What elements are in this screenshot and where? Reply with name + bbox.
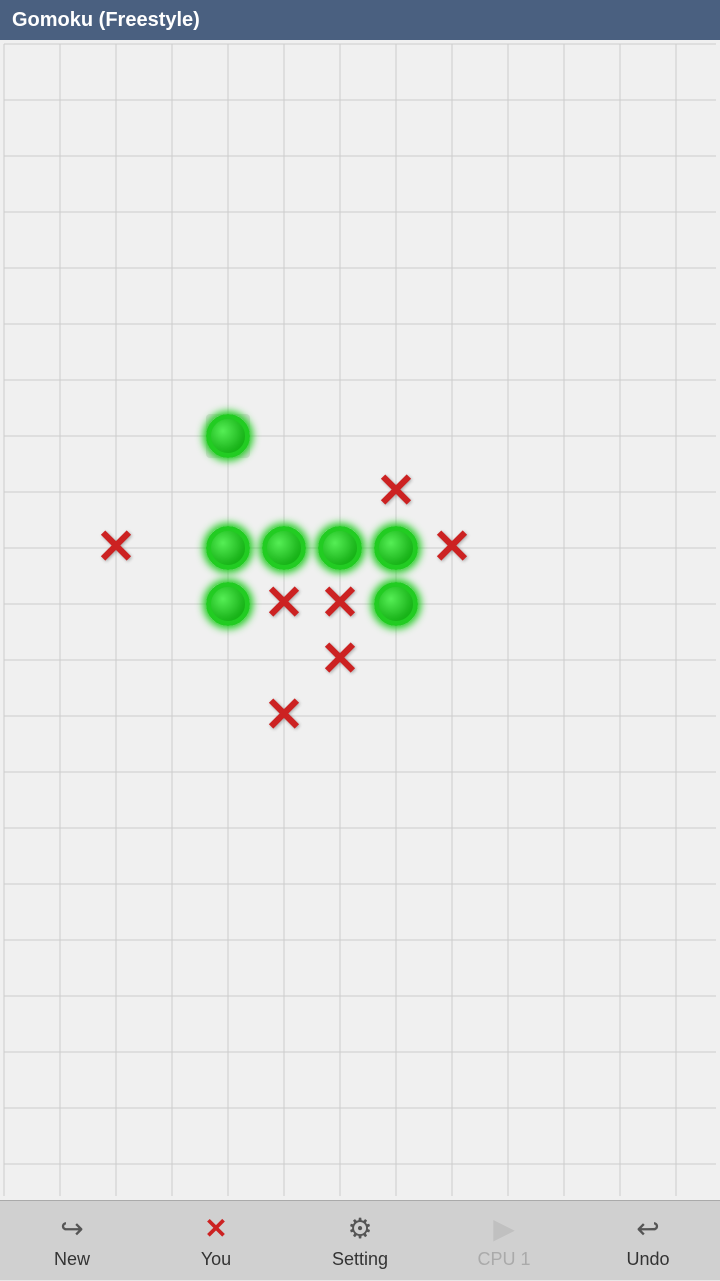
you-label: You — [201, 1249, 231, 1270]
piece-cross: ✕ — [262, 582, 306, 626]
piece-cross: ✕ — [318, 582, 362, 626]
undo-button[interactable]: ↩ Undo — [576, 1201, 720, 1281]
piece-circle — [206, 414, 250, 458]
gear-icon: ⚙ — [347, 1212, 372, 1245]
app-title: Gomoku (Freestyle) — [12, 9, 200, 32]
piece-cross: ✕ — [318, 638, 362, 682]
toolbar: ↪ New ✕ You ⚙ Setting ▶ CPU 1 ↩ Undo — [0, 1200, 720, 1280]
cpu-button[interactable]: ▶ CPU 1 — [432, 1201, 576, 1281]
piece-cross: ✕ — [262, 694, 306, 738]
piece-cross: ✕ — [94, 526, 138, 570]
piece-circle — [374, 526, 418, 570]
piece-cross: ✕ — [374, 470, 418, 514]
piece-circle — [206, 526, 250, 570]
piece-cross: ✕ — [430, 526, 474, 570]
new-label: New — [54, 1249, 90, 1270]
game-board[interactable]: ✕ ✕ ✕ ✕ ✕ ✕ ✕ — [0, 40, 720, 1200]
pieces-layer: ✕ ✕ ✕ ✕ ✕ ✕ ✕ — [0, 40, 720, 1200]
piece-circle — [206, 582, 250, 626]
new-button[interactable]: ↪ New — [0, 1201, 144, 1281]
piece-circle — [374, 582, 418, 626]
cpu-icon: ▶ — [493, 1212, 515, 1245]
titlebar: Gomoku (Freestyle) — [0, 0, 720, 40]
setting-button[interactable]: ⚙ Setting — [288, 1201, 432, 1281]
undo-icon: ↩ — [636, 1212, 659, 1245]
piece-circle — [318, 526, 362, 570]
you-button[interactable]: ✕ You — [144, 1201, 288, 1281]
you-icon: ✕ — [204, 1212, 227, 1245]
new-icon: ↪ — [60, 1212, 83, 1245]
undo-label: Undo — [626, 1249, 669, 1270]
setting-label: Setting — [332, 1249, 388, 1270]
piece-circle — [262, 526, 306, 570]
cpu-label: CPU 1 — [477, 1249, 530, 1270]
